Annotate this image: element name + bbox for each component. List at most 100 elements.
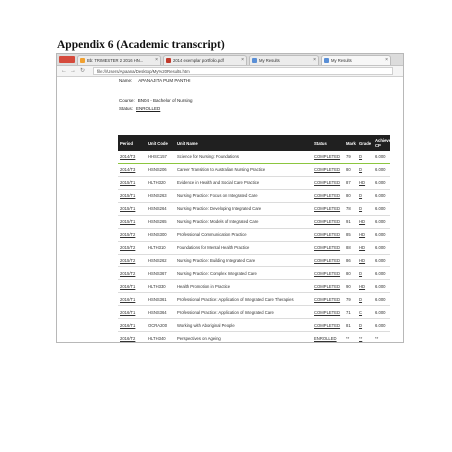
achieved-cp-cell: 6.000 (373, 254, 390, 268)
unit-code-cell: HSNS367 (146, 266, 175, 281)
reload-icon[interactable]: ↻ (80, 67, 85, 75)
column-header[interactable]: Unit Code (146, 135, 175, 151)
period-cell[interactable]: 2016/T1 (118, 292, 146, 307)
status-cell[interactable]: COMPLETED (312, 228, 344, 242)
unit-name-cell: Career Transition to Australian Nursing … (175, 163, 312, 177)
tab-bar: Bb: TRIMESTER 2 2016 HN... × 2014 exempl… (57, 54, 403, 66)
period-cell[interactable]: 2016/T1 (118, 305, 146, 320)
period-cell[interactable]: 2015/T2 (118, 228, 146, 242)
mark-cell: 91 (344, 215, 357, 229)
column-header[interactable]: Unit Name (175, 135, 312, 151)
unit-name-cell: Science for Nursing: Foundations (175, 151, 312, 164)
grade-cell[interactable]: HD (357, 241, 373, 255)
grade-cell[interactable]: D (357, 151, 373, 164)
status-cell[interactable]: COMPLETED (312, 176, 344, 190)
status-cell[interactable]: COMPLETED (312, 254, 344, 268)
period-cell[interactable]: 2015/T1 (118, 215, 146, 229)
mark-cell: ** (344, 331, 357, 342)
grade-cell[interactable]: D (357, 202, 373, 216)
table-row: 2015/T1 HSNS263 Nursing Practice: Focus on… (118, 189, 390, 203)
achieved-cp-cell: 6.000 (373, 202, 390, 216)
tab-1-icon (166, 58, 171, 63)
column-header[interactable]: Status (312, 135, 344, 151)
grade-cell[interactable]: D (357, 163, 373, 177)
period-cell[interactable]: 2014/T3 (118, 163, 146, 177)
period-cell[interactable]: 2014/T3 (118, 151, 146, 164)
unit-code-cell: HSNS364 (146, 305, 175, 320)
grade-cell[interactable]: HD (357, 176, 373, 190)
grade-cell[interactable]: D (357, 318, 373, 333)
status-cell[interactable]: COMPLETED (312, 189, 344, 203)
status-cell[interactable]: COMPLETED (312, 318, 344, 333)
achieved-cp-cell: ** (373, 331, 390, 342)
period-cell[interactable]: 2016/T1 (118, 279, 146, 294)
table-body: 2014/T3 HHSC157 Science for Nursing: Found… (118, 151, 390, 342)
window-controls[interactable] (59, 56, 75, 63)
period-cell[interactable]: 2015/T1 (118, 176, 146, 190)
period-cell[interactable]: 2015/T1 (118, 202, 146, 216)
close-icon[interactable]: × (241, 56, 244, 65)
close-icon[interactable]: × (155, 56, 158, 65)
grade-cell[interactable]: D (357, 266, 373, 281)
achieved-cp-cell: 6.000 (373, 163, 390, 177)
unit-name-cell: Perspectives on Ageing (175, 331, 312, 342)
close-icon[interactable]: × (313, 56, 316, 65)
mark-cell: 71 (344, 305, 357, 320)
status-cell[interactable]: COMPLETED (312, 279, 344, 294)
column-header[interactable]: Grade (357, 135, 373, 151)
grade-cell[interactable]: D (357, 292, 373, 307)
status-cell[interactable]: COMPLETED (312, 241, 344, 255)
tab-my-results-1[interactable]: My Results × (249, 55, 319, 65)
course-value: BN04 - Bachelor of Nursing (137, 98, 193, 103)
unit-name-cell: Nursing Practice: Focus on Integrated Ca… (175, 189, 312, 203)
status-cell[interactable]: COMPLETED (312, 202, 344, 216)
tab-pdf[interactable]: 2014 exemplar portfolio.pdf × (163, 55, 247, 65)
status-cell[interactable]: COMPLETED (312, 215, 344, 229)
url-field[interactable]: file:///Users/Apaana/Desktop/My%20Result… (93, 67, 393, 75)
grade-cell[interactable]: HD (357, 215, 373, 229)
tab-3-icon (324, 58, 329, 63)
column-header[interactable]: Period (118, 135, 146, 151)
tab-2-icon (252, 58, 257, 63)
table-row: 2015/T1 HLTH320 Evidence in Health and Soc… (118, 176, 390, 190)
grade-cell[interactable]: ** (357, 331, 373, 342)
period-cell[interactable]: 2016/T1 (118, 318, 146, 333)
unit-code-cell: HHSC157 (146, 151, 175, 164)
status-cell[interactable]: COMPLETED (312, 305, 344, 320)
achieved-cp-cell: 6.000 (373, 228, 390, 242)
tab-my-results-2[interactable]: My Results × (321, 55, 391, 65)
period-cell[interactable]: 2015/T1 (118, 189, 146, 203)
grade-cell[interactable]: C (357, 305, 373, 320)
grade-cell[interactable]: HD (357, 228, 373, 242)
column-header[interactable]: Achieved CP (373, 135, 394, 151)
mark-cell: 80 (344, 266, 357, 281)
back-icon[interactable]: ← (61, 67, 67, 75)
period-cell[interactable]: 2015/T2 (118, 241, 146, 255)
unit-code-cell: HSNS206 (146, 163, 175, 177)
grade-cell[interactable]: HD (357, 254, 373, 268)
period-cell[interactable]: 2015/T2 (118, 254, 146, 268)
unit-name-cell: Working with Aboriginal People (175, 318, 312, 333)
status-cell[interactable]: ENROLLED (312, 331, 344, 342)
achieved-cp-cell: 6.000 (373, 318, 390, 333)
forward-icon[interactable]: → (70, 67, 76, 75)
unit-name-cell: Nursing Practice: Building Integrated Ca… (175, 254, 312, 268)
course-row: Course: BN04 - Bachelor of Nursing (119, 98, 193, 103)
column-header[interactable]: Mark (344, 135, 357, 151)
status-cell[interactable]: COMPLETED (312, 292, 344, 307)
status-cell[interactable]: COMPLETED (312, 266, 344, 281)
status-cell[interactable]: COMPLETED (312, 163, 344, 177)
period-cell[interactable]: 2015/T2 (118, 266, 146, 281)
mark-cell: 80 (344, 163, 357, 177)
unit-name-cell: Nursing Practice: Developing Integrated … (175, 202, 312, 216)
grade-cell[interactable]: D (357, 189, 373, 203)
tab-0-icon (80, 58, 85, 63)
tab-blackboard[interactable]: Bb: TRIMESTER 2 2016 HN... × (77, 55, 161, 65)
unit-name-cell: Nursing Practice: Models of Integrated C… (175, 215, 312, 229)
table-row: 2015/T1 HSNS265 Nursing Practice: Models o… (118, 215, 390, 229)
close-icon[interactable]: × (385, 56, 388, 65)
grade-cell[interactable]: HD (357, 279, 373, 294)
status-cell[interactable]: COMPLETED (312, 151, 344, 164)
period-cell[interactable]: 2016/T2 (118, 331, 146, 342)
unit-name-cell: Professional Practice: Application of In… (175, 292, 312, 307)
